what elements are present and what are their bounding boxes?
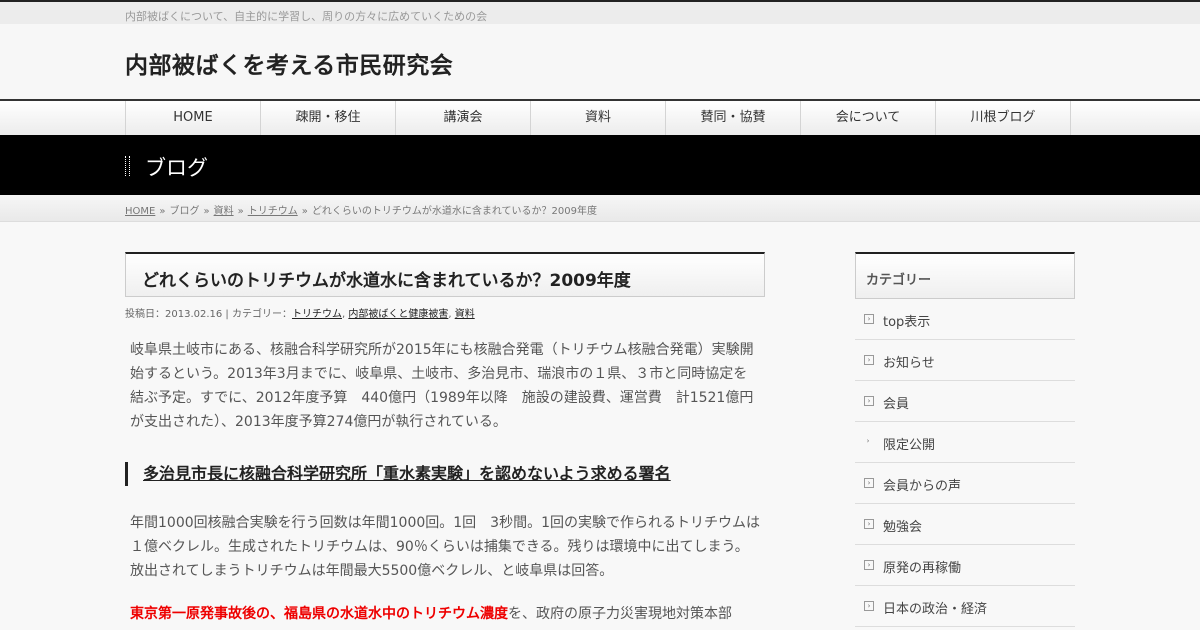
- main-nav: HOME 疎開・移住 講演会 資料 賛同・協賛 会について 川根ブログ: [0, 101, 1200, 135]
- breadcrumb-separator: »: [159, 206, 166, 217]
- breadcrumb-separator: »: [237, 206, 244, 217]
- plus-box-icon: ›: [864, 560, 874, 570]
- post-paragraph-2: 年間1000回核融合実験を行う回数は年間1000回。1回 3秒間。1回の実験で作…: [130, 515, 760, 579]
- sidebar-item-label: 原発の再稼働: [883, 561, 962, 576]
- paragraph-3-rest: を、政府の原子力災害現地対策本部: [508, 606, 732, 622]
- sidebar-item-politics[interactable]: › 日本の政治・経済: [855, 586, 1075, 627]
- breadcrumb-separator: »: [203, 206, 210, 217]
- category-list: › top表示 › お知らせ › 会員 › 限定公開 › 会員からの声 › 勉強会 › 原発の…: [855, 299, 1075, 627]
- sidebar-item-label: 勉強会: [883, 520, 923, 535]
- breadcrumb-blog: ブログ: [169, 206, 200, 217]
- sidebar-item-news[interactable]: › お知らせ: [855, 340, 1075, 381]
- category-link-materials[interactable]: 資料: [455, 309, 475, 320]
- category-link-health[interactable]: 内部被ばくと健康被害: [348, 309, 448, 320]
- post-paragraph-3: 東京第一原発事故後の、福島県の水道水中のトリチウム濃度を、政府の原子力災害現地対…: [130, 602, 760, 626]
- breadcrumb-current: どれくらいのトリチウムが水道水に含まれているか？2009年度: [311, 206, 597, 217]
- plus-box-icon: ›: [864, 519, 874, 529]
- breadcrumb-bar: HOME» ブログ» 資料» トリチウム» どれくらいのトリチウムが水道水に含まれている…: [0, 195, 1200, 222]
- nav-item-evacuation[interactable]: 疎開・移住: [261, 101, 396, 135]
- site-tagline: 内部被ばくについて、自主的に学習し、周りの方々に広めていくための会: [125, 10, 488, 23]
- sidebar-item-restart[interactable]: › 原発の再稼働: [855, 545, 1075, 586]
- breadcrumb-tritium-link[interactable]: トリチウム: [248, 206, 298, 217]
- petition-link[interactable]: 多治見市長に核融合科学研究所「重水素実験」を認めないよう求める署名: [143, 464, 671, 483]
- sidebar-item-top[interactable]: › top表示: [855, 299, 1075, 340]
- plus-box-icon: ›: [864, 601, 874, 611]
- sidebar-item-label: 会員からの声: [883, 479, 962, 494]
- category-link-tritium[interactable]: トリチウム: [292, 309, 342, 320]
- content-area: どれくらいのトリチウムが水道水に含まれているか？2009年度 投稿日：2013.…: [0, 222, 1200, 630]
- sidebar-item-label: 会員: [883, 397, 910, 412]
- nav-item-kawane-blog[interactable]: 川根ブログ: [936, 101, 1071, 135]
- highlighted-text: 東京第一原発事故後の、福島県の水道水中のトリチウム濃度: [130, 606, 508, 622]
- sidebar-item-label: 日本の政治・経済: [883, 602, 988, 617]
- plus-box-icon: ›: [864, 478, 874, 488]
- sidebar-item-study[interactable]: › 勉強会: [855, 504, 1075, 545]
- banner-title: ブログ: [145, 156, 208, 180]
- breadcrumb-home-link[interactable]: HOME: [125, 206, 155, 217]
- site-header: 内部被ばくを考える市民研究会: [0, 24, 1200, 99]
- sidebar-item-limited[interactable]: › 限定公開: [855, 422, 1075, 463]
- post-meta: 投稿日：2013.02.16 | カテゴリー：トリチウム, 内部被ばくと健康被害…: [125, 309, 475, 320]
- nav-item-about[interactable]: 会について: [801, 101, 936, 135]
- post-date-category-label: 投稿日：2013.02.16 | カテゴリー：: [125, 309, 292, 320]
- page-banner: ブログ: [0, 135, 1200, 195]
- site-title[interactable]: 内部被ばくを考える市民研究会: [125, 46, 453, 80]
- sidebar-item-label: top表示: [883, 315, 931, 330]
- nav-item-materials[interactable]: 資料: [531, 101, 666, 135]
- post-title-box: どれくらいのトリチウムが水道水に含まれているか？2009年度: [125, 252, 765, 297]
- post-paragraph-1: 岐阜県土岐市にある、核融合科学研究所が2015年にも核融合発電（トリチウム核融合…: [130, 342, 754, 430]
- small-arrow-icon: ›: [866, 437, 870, 445]
- plus-box-icon: ›: [864, 314, 874, 324]
- breadcrumb-materials-link[interactable]: 資料: [214, 206, 234, 217]
- nav-item-support[interactable]: 賛同・協賛: [666, 101, 801, 135]
- section-heading: 多治見市長に核融合科学研究所「重水素実験」を認めないよう求める署名: [125, 462, 671, 486]
- sidebar-title: カテゴリー: [866, 273, 932, 288]
- nav-item-lectures[interactable]: 講演会: [396, 101, 531, 135]
- nav-item-home[interactable]: HOME: [126, 101, 261, 135]
- sidebar-heading: カテゴリー: [855, 252, 1075, 299]
- sidebar-item-member-voices[interactable]: › 会員からの声: [855, 463, 1075, 504]
- breadcrumb-separator: »: [301, 206, 308, 217]
- plus-box-icon: ›: [864, 396, 874, 406]
- post-title: どれくらいのトリチウムが水道水に含まれているか？2009年度: [142, 271, 631, 291]
- plus-box-icon: ›: [864, 355, 874, 365]
- breadcrumb: HOME» ブログ» 資料» トリチウム» どれくらいのトリチウムが水道水に含まれている…: [125, 202, 597, 217]
- banner-mark: [125, 156, 130, 176]
- sidebar-item-label: お知らせ: [883, 356, 935, 371]
- tagline-bar: 内部被ばくについて、自主的に学習し、周りの方々に広めていくための会: [0, 2, 1200, 24]
- sidebar-item-label: 限定公開: [883, 438, 936, 453]
- sidebar: カテゴリー › top表示 › お知らせ › 会員 › 限定公開 › 会員からの声 › 勉強…: [855, 252, 1075, 627]
- sidebar-item-members[interactable]: › 会員: [855, 381, 1075, 422]
